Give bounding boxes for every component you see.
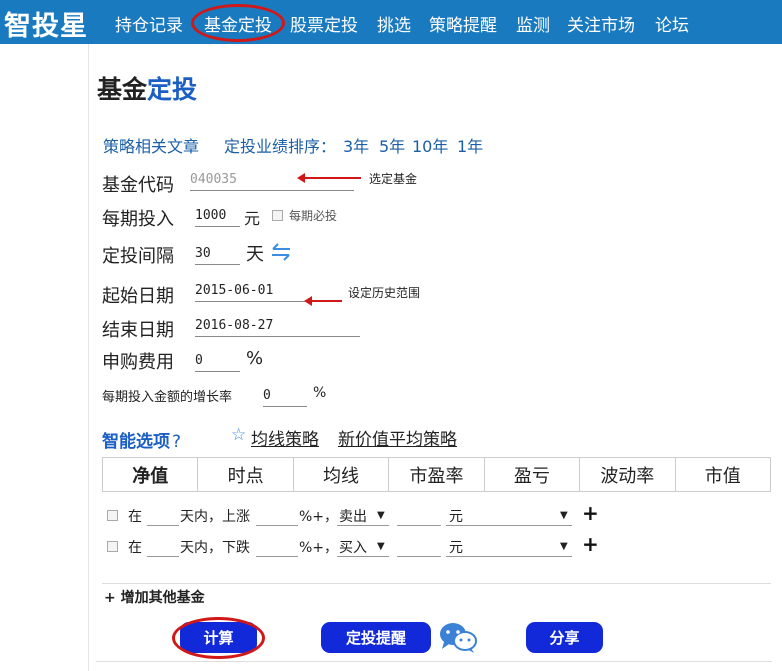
- condition-2-checkbox[interactable]: [107, 541, 118, 552]
- annotation-arrow-range: [304, 296, 342, 306]
- ranking-label: 定投业绩排序：: [224, 137, 337, 156]
- condition-1-action-select[interactable]: 卖出 ▼: [337, 504, 389, 526]
- annotation-arrow-fund: [297, 173, 361, 183]
- nav-highlight-circle: [191, 4, 285, 42]
- start-date-label: 起始日期: [102, 286, 174, 307]
- nav-item-watch-market[interactable]: 关注市场: [567, 11, 635, 36]
- end-date-label: 结束日期: [102, 320, 174, 341]
- star-icon[interactable]: ☆: [231, 425, 246, 445]
- chevron-down-icon: ▼: [560, 541, 568, 552]
- condition-2-action-value: 买入: [339, 540, 367, 556]
- calculate-highlight-circle: [172, 617, 265, 659]
- nav-item-forum[interactable]: 论坛: [655, 11, 689, 36]
- interval-unit: 天: [246, 244, 264, 265]
- tab-nav[interactable]: 净值: [103, 458, 199, 491]
- top-nav-bar: 智投星 持仓记录 基金定投 股票定投 挑选 策略提醒 监测 关注市场 论坛: [0, 0, 782, 44]
- period-invest-unit: 元: [244, 209, 261, 228]
- condition-1-add-button[interactable]: +: [582, 501, 599, 525]
- end-date-input[interactable]: 2016-08-27: [195, 311, 360, 337]
- strategy-articles-link[interactable]: 策略相关文章: [103, 133, 199, 157]
- condition-2-amount-input[interactable]: [397, 535, 441, 557]
- add-other-fund-link[interactable]: + 增加其他基金: [104, 587, 205, 607]
- condition-1-amount-input[interactable]: [397, 504, 441, 526]
- condition-1-prefix: 在: [128, 509, 142, 525]
- fee-label: 申购费用: [102, 352, 174, 373]
- condition-1-unit-value: 元: [449, 509, 463, 525]
- help-icon[interactable]: ?: [172, 432, 181, 452]
- condition-1-unit-select[interactable]: 元 ▼: [446, 504, 572, 526]
- fund-code-label: 基金代码: [102, 175, 174, 196]
- chevron-down-icon: ▼: [560, 510, 568, 521]
- tab-volatility[interactable]: 波动率: [580, 458, 676, 491]
- ma-strategy-link[interactable]: 均线策略: [251, 425, 319, 450]
- chevron-down-icon: ▼: [377, 510, 385, 521]
- growth-rate-unit: %: [313, 385, 327, 401]
- content-left-border: [88, 44, 89, 671]
- ranking-5y-link[interactable]: 5年: [379, 133, 405, 157]
- tab-profit-loss[interactable]: 盈亏: [485, 458, 581, 491]
- condition-2-prefix: 在: [128, 540, 142, 556]
- condition-1-checkbox[interactable]: [107, 510, 118, 521]
- ranking-3y-link[interactable]: 3年: [343, 133, 369, 157]
- growth-rate-label: 每期投入金额的增长率: [102, 390, 233, 405]
- smart-options-label: 智能选项: [102, 432, 170, 452]
- period-invest-label: 每期投入: [102, 209, 174, 230]
- ranking-10y-link[interactable]: 10年: [412, 133, 448, 157]
- interval-input[interactable]: 30: [195, 239, 240, 265]
- condition-1-percent-text: %+，: [299, 509, 339, 525]
- nav-item-select[interactable]: 挑选: [377, 11, 411, 36]
- fee-unit: %: [246, 348, 264, 369]
- ranking-1y-link[interactable]: 1年: [457, 133, 483, 157]
- tab-timing[interactable]: 时点: [198, 458, 294, 491]
- fee-input[interactable]: 0: [195, 346, 240, 372]
- condition-2-add-button[interactable]: +: [582, 532, 599, 556]
- nav-item-strategy-alert[interactable]: 策略提醒: [429, 11, 497, 36]
- nav-item-holdings[interactable]: 持仓记录: [115, 11, 183, 36]
- smart-options-title: 智能选项?: [102, 427, 181, 452]
- logo[interactable]: 智投星: [4, 4, 88, 43]
- nav-item-monitor[interactable]: 监测: [516, 11, 550, 36]
- tab-pe-ratio[interactable]: 市盈率: [389, 458, 485, 491]
- annotation-history-range: 设定历史范围: [348, 286, 421, 300]
- page-title-part2: 定投: [147, 75, 198, 104]
- share-button[interactable]: 分享: [526, 622, 603, 653]
- annotation-select-fund: 选定基金: [369, 172, 418, 186]
- condition-2-days-input[interactable]: [147, 535, 179, 557]
- condition-1-days-text: 天内，上涨: [180, 509, 250, 525]
- must-invest-label: 每期必投: [289, 209, 338, 223]
- bottom-divider: [96, 661, 772, 662]
- must-invest-checkbox[interactable]: [272, 210, 283, 221]
- start-date-input[interactable]: 2015-06-01: [195, 276, 305, 302]
- condition-2-days-text: 天内，下跌: [180, 540, 250, 556]
- condition-2-percent-text: %+，: [299, 540, 339, 556]
- nav-item-stock-aip[interactable]: 股票定投: [290, 11, 358, 36]
- chevron-down-icon: ▼: [377, 541, 385, 552]
- interval-label: 定投间隔: [102, 246, 174, 267]
- condition-1-percent-input[interactable]: [256, 504, 298, 526]
- page-title-part1: 基金: [97, 75, 148, 104]
- period-invest-input[interactable]: 1000: [195, 201, 240, 227]
- aip-remind-button[interactable]: 定投提醒: [321, 622, 431, 653]
- page-title: 基金定投: [97, 70, 197, 106]
- growth-rate-input[interactable]: 0: [263, 381, 307, 407]
- swap-arrows-icon[interactable]: [270, 243, 292, 261]
- value-average-strategy-link[interactable]: 新价值平均策略: [338, 425, 457, 450]
- condition-2-action-select[interactable]: 买入 ▼: [337, 535, 389, 557]
- indicator-tabs: 净值 时点 均线 市盈率 盈亏 波动率 市值: [102, 457, 771, 492]
- condition-2-unit-value: 元: [449, 540, 463, 556]
- section-divider: [102, 583, 771, 584]
- tab-moving-average[interactable]: 均线: [294, 458, 390, 491]
- condition-2-unit-select[interactable]: 元 ▼: [446, 535, 572, 557]
- condition-2-percent-input[interactable]: [256, 535, 298, 557]
- condition-1-action-value: 卖出: [339, 509, 367, 525]
- condition-1-days-input[interactable]: [147, 504, 179, 526]
- wechat-icon[interactable]: [438, 621, 478, 654]
- tab-market-cap[interactable]: 市值: [676, 458, 770, 491]
